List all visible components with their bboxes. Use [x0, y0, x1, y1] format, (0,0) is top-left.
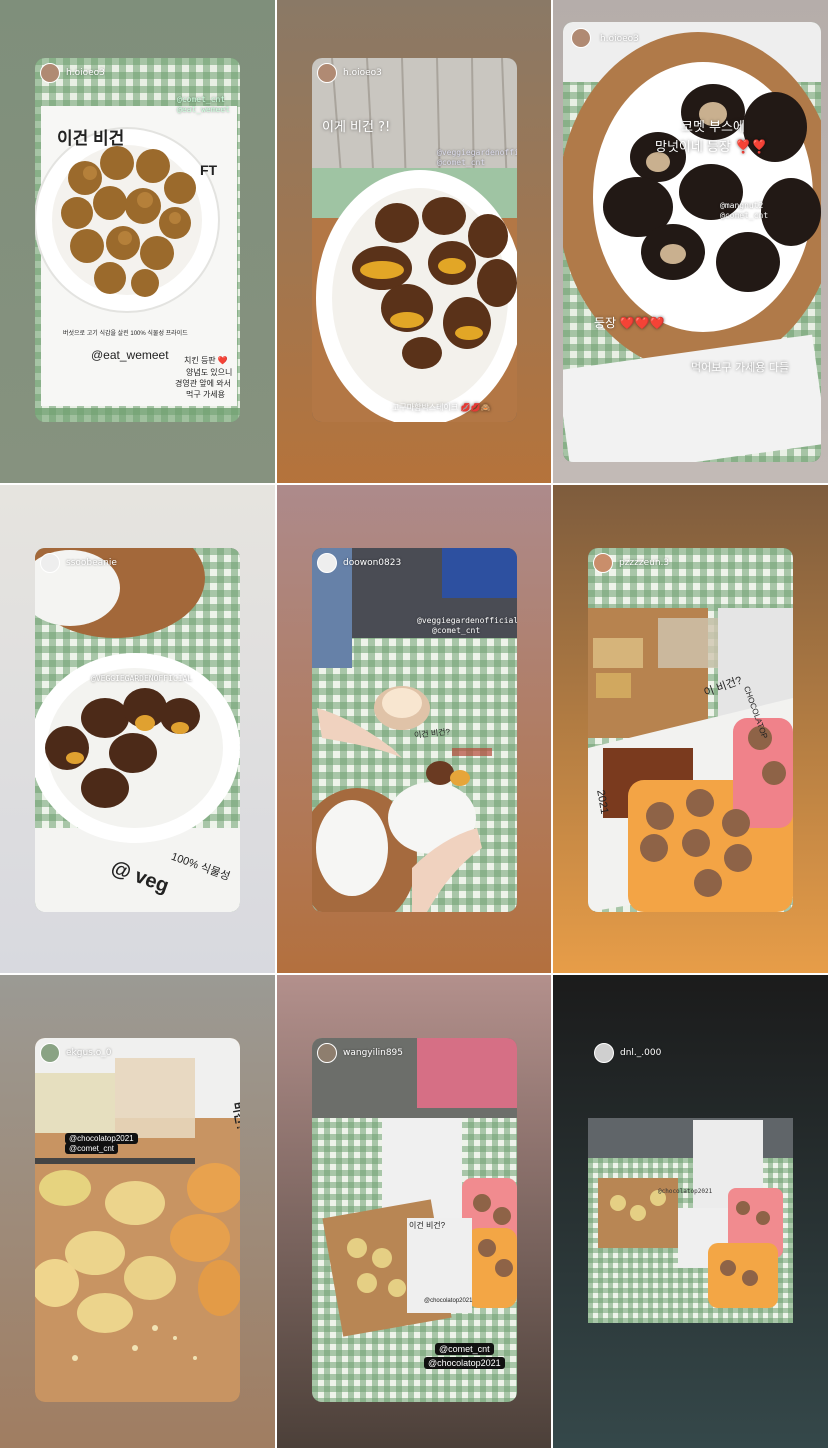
poster-heading: 이건 비건	[57, 129, 125, 148]
poster-text: FT	[200, 162, 218, 178]
poster-text: 이건 비건?	[409, 1221, 446, 1230]
avatar[interactable]	[40, 63, 60, 83]
caption-line: 망넛이네 등장 ❣️❣️	[655, 140, 768, 155]
story-card[interactable]: pzzzzeun.3 CHOCOLATOP 2021 이 비건?	[588, 548, 793, 912]
mention-tag[interactable]: @VEGGIEGARDENOFFICIAL	[91, 674, 192, 683]
mention-tag[interactable]: @eat_wemeet	[177, 105, 230, 114]
mention-tag[interactable]: @comet_cnt	[720, 211, 768, 220]
story-tile-8[interactable]: wangyilin895 이건 비건? @chocolatop2021 @com…	[277, 975, 551, 1448]
avatar[interactable]	[593, 553, 613, 573]
caption-line: 양념도 있으니	[186, 368, 233, 377]
mention-tag[interactable]: @veggiegardenofficial	[437, 148, 517, 157]
caption-line: 고구마함박스테이크 💋💋🙈	[392, 403, 491, 412]
mention-tag[interactable]: @mangnut2	[720, 201, 763, 210]
story-tile-9[interactable]: dnl._.000 @chocolatop2021	[553, 975, 828, 1448]
story-tile-7[interactable]: ekgus.o_0 비건? @chocolatop2021 @comet_cnt	[0, 975, 275, 1448]
story-photo	[588, 1118, 793, 1323]
story-username[interactable]: h.oioeo3	[66, 68, 105, 78]
mention-tag[interactable]: @comet_cnt	[432, 626, 480, 635]
mention-tag[interactable]: @veggiegardenofficial	[417, 616, 517, 625]
avatar[interactable]	[594, 1043, 614, 1063]
poster-text: 버섯으로 고기 식감을 살린 100% 식물성 프라이드	[63, 331, 188, 337]
avatar[interactable]	[40, 553, 60, 573]
mention-tag[interactable]: @comet_cnt	[177, 95, 225, 104]
story-username[interactable]: ekgus.o_0	[66, 1048, 111, 1058]
story-tile-2[interactable]: h.oioeo3 이게 비건 ?! @veggiegardenofficial …	[277, 0, 551, 483]
story-card[interactable]: wangyilin895 이건 비건? @chocolatop2021 @com…	[312, 1038, 517, 1402]
story-tile-1[interactable]: h.oioeo3 @comet_cnt @eat_wemeet 이건 비건 FT…	[0, 0, 275, 483]
story-photo	[563, 22, 821, 462]
mention-tag[interactable]: @comet_cnt	[437, 158, 485, 167]
story-card[interactable]: dnl._.000 @chocolatop2021	[588, 1038, 793, 1402]
story-username[interactable]: dnl._.000	[620, 1048, 661, 1058]
story-tile-3[interactable]: h.oioeo3 코멧 부스에 망넛이네 등장 ❣️❣️ @mangnut2 @…	[553, 0, 828, 483]
story-username[interactable]: h.oioeo3	[600, 34, 639, 44]
caption-line: 먹구 가세용	[186, 390, 226, 399]
caption-line: 치킨 등판 ❤️	[184, 356, 228, 365]
story-username[interactable]: pzzzzeun.3	[619, 558, 669, 568]
story-grid: h.oioeo3 @comet_cnt @eat_wemeet 이건 비건 FT…	[0, 0, 828, 1448]
poster-text: @chocolatop2021	[424, 1298, 473, 1304]
poster-handle: @eat_wemeet	[91, 348, 169, 362]
story-photo	[35, 1038, 240, 1402]
story-photo	[35, 548, 240, 912]
story-tile-6[interactable]: pzzzzeun.3 CHOCOLATOP 2021 이 비건?	[553, 485, 828, 973]
story-card[interactable]: ssoobeanie @VEGGIEGARDENOFFICIAL 100% 식물…	[35, 548, 240, 912]
story-card[interactable]: h.oioeo3 코멧 부스에 망넛이네 등장 ❣️❣️ @mangnut2 @…	[563, 22, 821, 462]
caption-line: 먹어보구 가세용 다들	[691, 361, 790, 374]
caption-line: 이게 비건 ?!	[322, 120, 391, 135]
story-username[interactable]: ssoobeanie	[66, 558, 117, 568]
mention-tag[interactable]: @comet_cnt	[65, 1143, 119, 1154]
story-tile-5[interactable]: doowon0823 @veggiegardenofficial @comet_…	[277, 485, 551, 973]
story-username[interactable]: doowon0823	[343, 558, 401, 568]
avatar[interactable]	[317, 1043, 337, 1063]
story-card[interactable]: h.oioeo3 @comet_cnt @eat_wemeet 이건 비건 FT…	[35, 58, 240, 422]
story-tile-4[interactable]: ssoobeanie @VEGGIEGARDENOFFICIAL 100% 식물…	[0, 485, 275, 973]
caption-line: 경영관 앞에 와서	[175, 379, 231, 388]
avatar[interactable]	[571, 28, 591, 48]
caption-line: 등장 ❤️❤️❤️	[594, 316, 665, 330]
mention-tag[interactable]: @comet_cnt	[435, 1343, 494, 1355]
story-photo	[312, 58, 517, 422]
story-username[interactable]: h.oioeo3	[343, 68, 382, 78]
story-card[interactable]: h.oioeo3 이게 비건 ?! @veggiegardenofficial …	[312, 58, 517, 422]
story-card[interactable]: ekgus.o_0 비건? @chocolatop2021 @comet_cnt	[35, 1038, 240, 1402]
avatar[interactable]	[40, 1043, 60, 1063]
mention-tag[interactable]: @chocolatop2021	[658, 1188, 712, 1195]
mention-tag[interactable]: @chocolatop2021	[424, 1357, 505, 1369]
avatar[interactable]	[317, 63, 337, 83]
story-username[interactable]: wangyilin895	[343, 1048, 403, 1058]
avatar[interactable]	[317, 553, 337, 573]
story-card[interactable]: doowon0823 @veggiegardenofficial @comet_…	[312, 548, 517, 912]
caption-line: 코멧 부스에	[681, 120, 745, 135]
